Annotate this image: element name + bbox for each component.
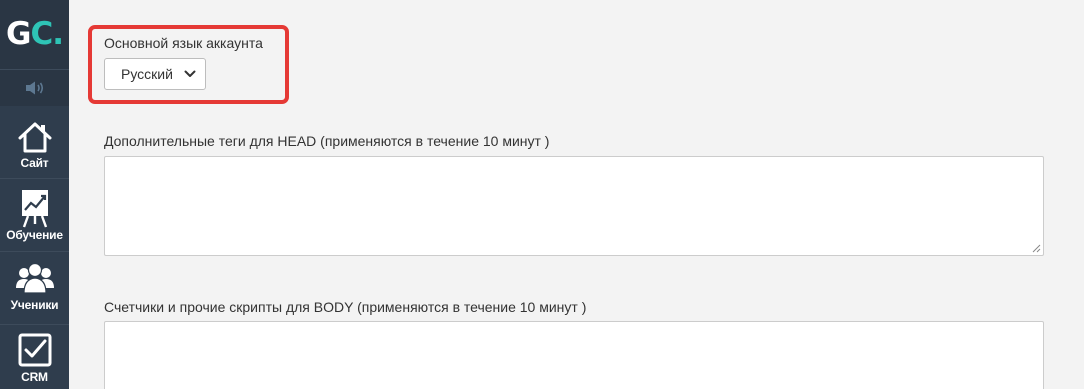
resize-grip-icon[interactable] (1032, 244, 1041, 253)
sidebar-item-crm[interactable]: CRM (0, 325, 69, 389)
house-icon (18, 122, 51, 153)
sidebar-item-label: Ученики (10, 298, 59, 312)
logo-text: GC. (6, 16, 64, 52)
account-language-label: Основной язык аккаунта (104, 35, 263, 51)
speaker-icon (25, 81, 43, 95)
sidebar-item-label: Сайт (20, 156, 49, 170)
body-scripts-textarea[interactable] (104, 321, 1044, 389)
chart-board-icon (21, 190, 48, 228)
head-tags-label: Дополнительные теги для HEAD (применяютс… (104, 133, 550, 149)
sidebar-item-learning[interactable]: Обучение (0, 179, 69, 252)
settings-panel: Основной язык аккаунта Русский Дополните… (69, 0, 1084, 389)
body-scripts-label: Счетчики и прочие скрипты для BODY (прим… (104, 299, 587, 315)
head-tags-textarea[interactable] (104, 156, 1044, 256)
users-icon (15, 262, 54, 294)
sidebar-item-students[interactable]: Ученики (0, 252, 69, 325)
sidebar-item-site[interactable]: Сайт (0, 106, 69, 179)
sidebar-item-label: Обучение (6, 228, 63, 242)
account-language-value: Русский (121, 66, 173, 82)
app-root: GC. Сайт Обучение Ученики CRM Основной я… (0, 0, 1084, 389)
notifications-speaker[interactable] (0, 70, 69, 106)
sidebar-item-label: CRM (21, 370, 48, 384)
chevron-down-icon (184, 70, 196, 77)
account-language-select[interactable]: Русский (104, 58, 206, 90)
logo[interactable]: GC. (0, 0, 69, 70)
sidebar: GC. Сайт Обучение Ученики CRM (0, 0, 69, 389)
checkbox-icon (18, 333, 51, 367)
